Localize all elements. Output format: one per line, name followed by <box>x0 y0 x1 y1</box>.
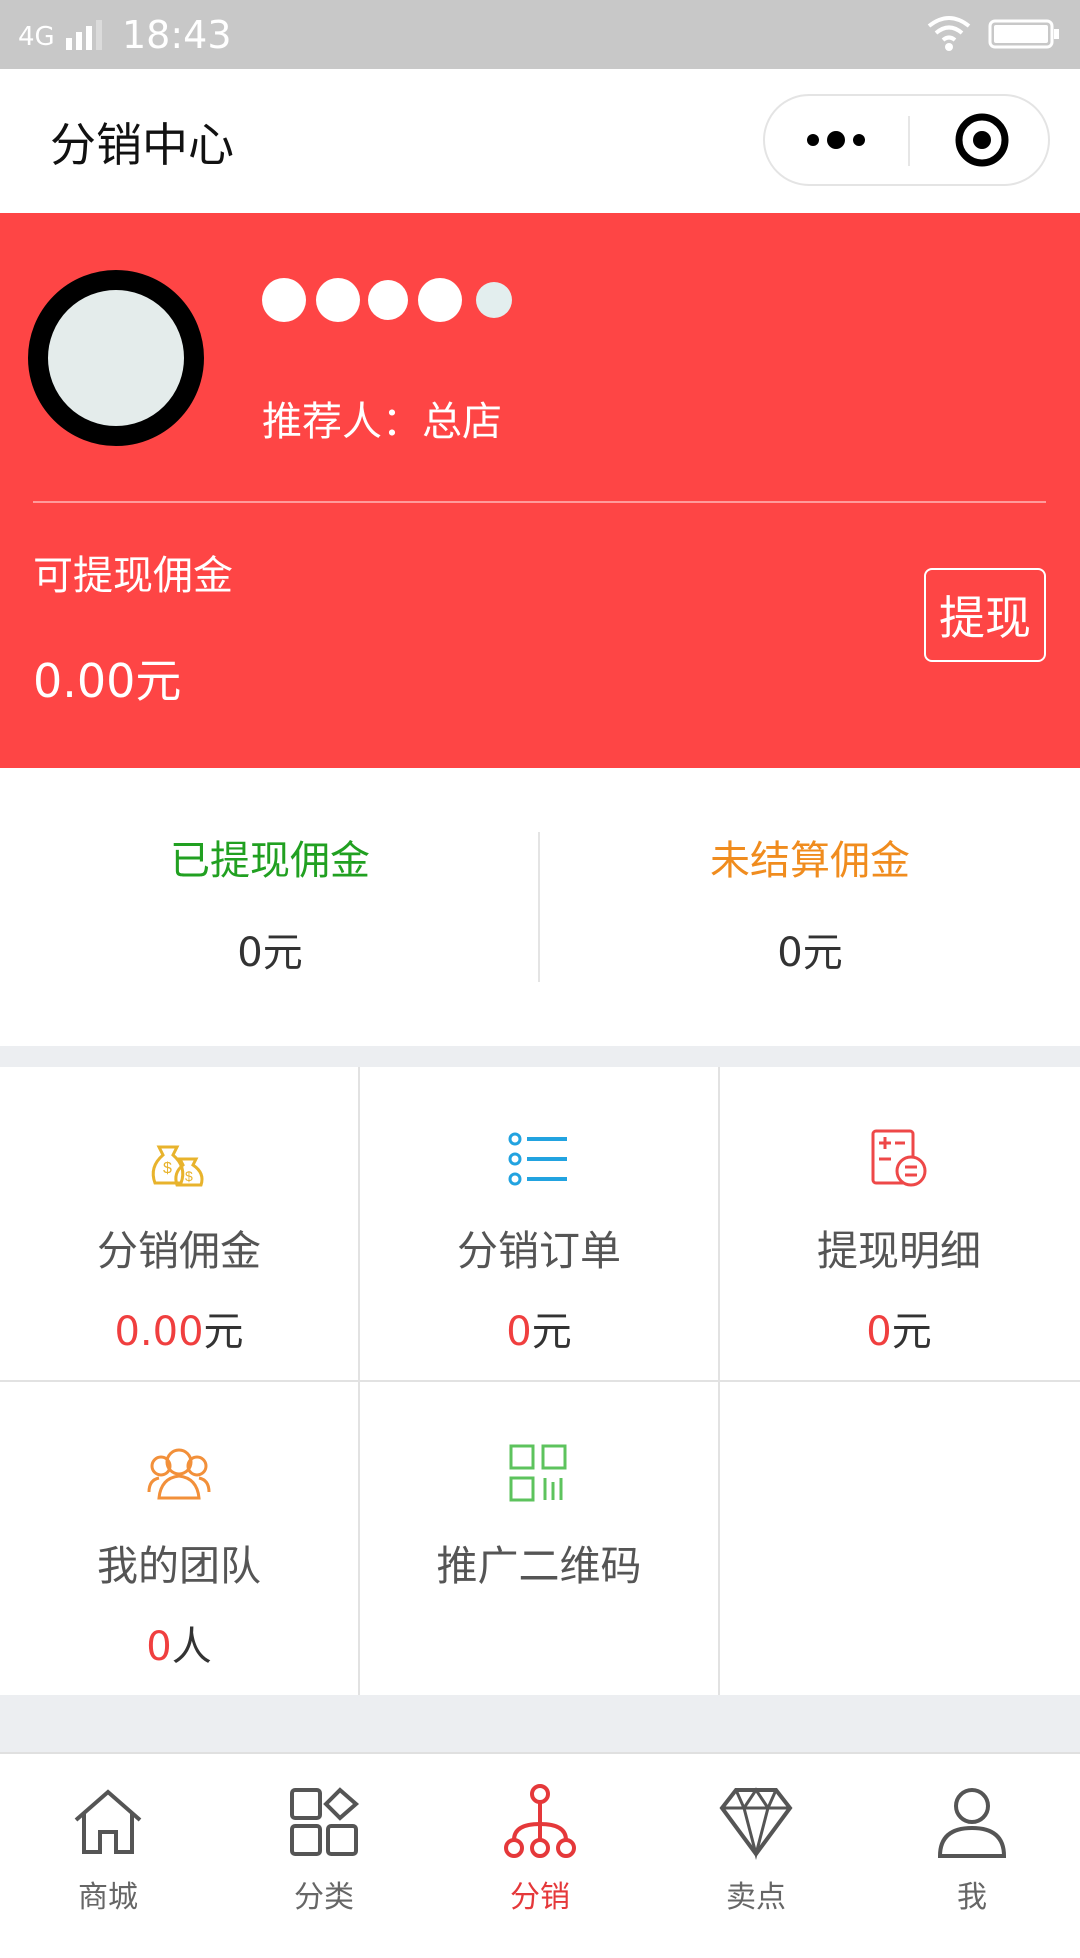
grid-item-label: 提现明细 <box>817 1227 981 1275</box>
unsettled-commission[interactable]: 未结算佣金 0元 <box>540 828 1080 978</box>
referrer-label: 推荐人：总店 <box>262 399 502 445</box>
grid-item-label: 我的团队 <box>97 1542 261 1590</box>
withdrawable-label: 可提现佣金 <box>33 553 233 599</box>
commission-hero: 推荐人：总店 可提现佣金 0.00元 提现 <box>0 213 1080 768</box>
avatar <box>28 270 204 446</box>
mini-program-capsule <box>763 94 1050 186</box>
status-bar: 4G 18:43 <box>0 0 1080 69</box>
clock: 18:43 <box>122 13 232 57</box>
list-icon <box>508 1132 567 1186</box>
grid-item-value: 0元 <box>720 1299 1078 1357</box>
withdraw-button[interactable]: 提现 <box>924 568 1046 662</box>
money-bag-icon: $ $ <box>151 1145 204 1187</box>
wifi-icon <box>927 16 971 51</box>
tab-label: 分销 <box>510 1880 570 1915</box>
tab-label: 我 <box>957 1880 987 1915</box>
withdrawn-label: 已提现佣金 <box>170 838 370 884</box>
grid-item-team[interactable]: 我的团队 0人 <box>0 1382 358 1694</box>
grid-item-label: 推广二维码 <box>436 1542 642 1590</box>
grid-item-value: 0人 <box>0 1614 358 1672</box>
grid-item-empty <box>720 1382 1078 1694</box>
signal-icon <box>66 20 102 50</box>
withdrawn-value: 0元 <box>237 930 303 976</box>
battery-icon <box>988 19 1059 49</box>
close-mini-program-icon[interactable] <box>911 96 1049 184</box>
unit: 元 <box>891 1309 932 1355</box>
tab-distribution[interactable]: 分销 <box>432 1754 648 1958</box>
grid-item-label: 分销佣金 <box>97 1227 261 1275</box>
unsettled-value: 0元 <box>777 930 843 976</box>
nickname-masked <box>262 278 512 322</box>
grid-item-qrcode[interactable]: 推广二维码 <box>360 1382 718 1694</box>
user-icon <box>937 1788 1007 1858</box>
capsule-divider <box>908 116 910 166</box>
unsettled-label: 未结算佣金 <box>710 838 910 884</box>
team-count: 0 <box>146 1624 172 1670</box>
grid-item-orders[interactable]: 分销订单 0元 <box>360 1067 718 1379</box>
nav-bar: 分销中心 <box>0 69 1080 213</box>
network-type: 4G <box>18 22 55 52</box>
home-icon <box>74 1789 142 1854</box>
withdrawn-commission[interactable]: 已提现佣金 0元 <box>0 828 540 978</box>
distribution-icon <box>504 1784 576 1858</box>
svg-text:$: $ <box>163 1160 172 1177</box>
qrcode-icon <box>509 1444 567 1502</box>
grid-item-commission[interactable]: $ $ 分销佣金 0.00元 <box>0 1067 358 1379</box>
unit: 人 <box>171 1624 212 1670</box>
grid-item-withdraw-detail[interactable]: 提现明细 0元 <box>720 1067 1078 1379</box>
grid-item-value: 0元 <box>360 1299 718 1357</box>
tab-label: 分类 <box>294 1880 354 1915</box>
tab-bar: 商城 分类 分销 卖点 我 <box>0 1752 1080 1958</box>
grid-item-value: 0.00元 <box>0 1299 358 1357</box>
category-icon <box>290 1787 360 1856</box>
more-icon[interactable] <box>765 96 907 184</box>
tab-category[interactable]: 分类 <box>216 1754 432 1958</box>
commission-amount: 0.00 <box>114 1309 204 1355</box>
grid-item-label: 分销订单 <box>457 1227 621 1275</box>
diamond-icon <box>719 1787 793 1860</box>
tab-label: 卖点 <box>726 1880 786 1915</box>
unit: 元 <box>203 1309 244 1355</box>
unit: 元 <box>531 1309 572 1355</box>
receipt-icon <box>871 1129 927 1187</box>
tab-label: 商城 <box>78 1880 138 1915</box>
page-title: 分销中心 <box>50 118 234 172</box>
commission-summary: 已提现佣金 0元 未结算佣金 0元 <box>0 768 1080 1046</box>
withdrawable-amount: 0.00元 <box>33 654 182 708</box>
tab-selling-point[interactable]: 卖点 <box>648 1754 864 1958</box>
tab-mall[interactable]: 商城 <box>0 1754 216 1958</box>
function-grid: $ $ 分销佣金 0.00元 分销订单 0元 提现明细 0元 我的团队 0人 推… <box>0 1067 1080 1695</box>
tab-me[interactable]: 我 <box>864 1754 1080 1958</box>
orders-count: 0 <box>506 1309 532 1355</box>
svg-text:$: $ <box>185 1168 193 1184</box>
team-icon <box>147 1448 211 1500</box>
divider <box>33 501 1046 503</box>
withdraw-detail-amount: 0 <box>866 1309 892 1355</box>
